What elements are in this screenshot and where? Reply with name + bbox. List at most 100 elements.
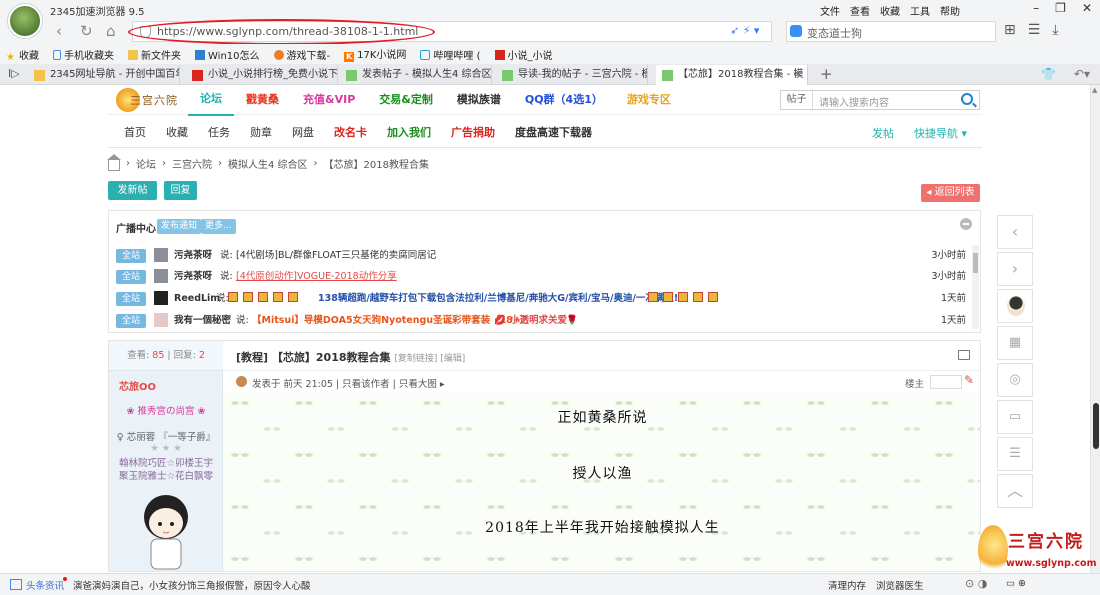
breadcrumb-thread[interactable]: 【芯旅】2018教程合集	[324, 156, 429, 171]
site-logo[interactable]: 三宫六院	[116, 86, 180, 114]
home-icon[interactable]	[107, 153, 121, 171]
scroll-up-icon[interactable]: ▲	[1092, 86, 1097, 94]
back-to-top-icon[interactable]: ︿	[997, 474, 1033, 508]
bookmark-mobile[interactable]: 手机收藏夹	[53, 47, 114, 62]
breadcrumb-sims4[interactable]: 模拟人生4 综合区	[228, 156, 308, 171]
restore-icon[interactable]: ❐	[1055, 1, 1066, 15]
nav-vip[interactable]: 充值&VIP	[291, 85, 367, 115]
menu-favorites[interactable]: 收藏	[880, 3, 900, 18]
tab-2345[interactable]: 2345网址导航 - 开创中国百年	[28, 65, 180, 85]
menu-help[interactable]: 帮助	[940, 3, 960, 18]
pen-icon[interactable]: ✎	[964, 373, 974, 387]
subnav-favorites[interactable]: 收藏	[156, 124, 198, 140]
subnav-medals[interactable]: 勋章	[240, 124, 282, 140]
subnav-join[interactable]: 加入我们	[377, 124, 441, 140]
bookmark-bilibili[interactable]: 哔哩哔哩 (	[420, 47, 481, 62]
subnav-donate[interactable]: 广告捐助	[441, 124, 505, 140]
prev-arrow-icon[interactable]: ‹	[997, 215, 1033, 249]
search-icon[interactable]	[961, 93, 973, 105]
news-ticker[interactable]: 演爸演妈演自己，小女孩分饰三角报假警，原因令人心酸	[73, 578, 311, 592]
avatar[interactable]	[997, 289, 1033, 323]
refresh-icon[interactable]: ↻	[80, 22, 93, 40]
browser-doctor-button[interactable]: 浏览器医生	[876, 578, 924, 592]
menu-view[interactable]: 查看	[850, 3, 870, 18]
nav-huangsang[interactable]: 戳黄桑	[234, 85, 291, 115]
next-arrow-icon[interactable]: ›	[997, 252, 1033, 286]
sidebar-toggle-icon[interactable]: I▷	[8, 67, 20, 80]
bookmark-game[interactable]: 游戏下载-	[273, 47, 330, 62]
nav-trade[interactable]: 交易&定制	[367, 85, 445, 115]
post-link[interactable]: 发帖	[872, 125, 894, 141]
tab-novel[interactable]: 小说_小说排行榜_免费小说下载	[186, 65, 338, 85]
bookmark-17k[interactable]: K 17K小说网	[344, 46, 406, 62]
shirt-icon[interactable]: 👕	[1041, 67, 1056, 81]
news-label[interactable]: 头条资讯	[26, 578, 64, 592]
scroll-thumb[interactable]	[1093, 403, 1099, 449]
nav-genealogy[interactable]: 模拟族谱	[445, 85, 513, 115]
download-icon[interactable]: ⤓	[1052, 22, 1058, 38]
quick-nav[interactable]: 快捷导航 ▾	[914, 125, 967, 141]
list-item[interactable]: 全站 污尧茶呀 说: [4代剧场]BL/群像FLOAT三只基佬的卖腐同居记 3小…	[116, 246, 966, 266]
back-arrow-icon[interactable]: ‹	[56, 22, 62, 40]
rocket-icon[interactable]: ➶ ⚡ ▾	[730, 24, 759, 37]
apps-grid-icon[interactable]: ⊞	[1004, 22, 1016, 38]
bookmark-folder[interactable]: 新文件夹	[128, 47, 181, 62]
17k-icon: K	[344, 52, 355, 62]
post-meta-text[interactable]: 发表于 前天 21:05 | 只看该作者 | 只看大图 ▸	[252, 376, 445, 390]
breadcrumb-sglynp[interactable]: 三宫六院	[172, 156, 212, 171]
bookmark-win10[interactable]: Win10怎么	[195, 47, 260, 62]
copy-link[interactable]: [复制链接] [编辑]	[394, 354, 465, 364]
minimize-icon[interactable]: –	[1033, 1, 1039, 15]
nav-games[interactable]: 游戏专区	[615, 85, 683, 115]
tab-active[interactable]: 【芯旅】2018教程合集 - 模 ×	[656, 65, 808, 85]
home-icon[interactable]: ⌂	[106, 22, 116, 40]
comment-icon[interactable]: ▭	[997, 400, 1033, 434]
star-list-icon[interactable]: ☰	[1028, 22, 1041, 38]
list-item[interactable]: 全站 ReedLim 说: 138辆超跑/越野车打包下载包含法拉利/兰博基尼/奔…	[116, 289, 966, 309]
qrcode-icon[interactable]: ▦	[997, 326, 1033, 360]
undo-icon[interactable]: ↶▾	[1074, 67, 1090, 81]
site-search-input[interactable]: 请输入搜索内容	[819, 94, 889, 109]
new-post-button[interactable]: 发新帖	[108, 181, 157, 200]
title-bar: 2345加速浏览器 9.5 文件 查看 收藏 工具 帮助 – ❐ ✕	[0, 0, 1100, 18]
more-button[interactable]: 更多...	[201, 219, 236, 234]
search-type-select[interactable]: 帖子	[781, 91, 813, 109]
bookmark-favorites[interactable]: ★ 收藏	[6, 47, 39, 63]
url-input[interactable]: https://www.sglynp.com/thread-38108-1-1.…	[132, 21, 772, 42]
browser-search-input[interactable]: 变态道士狗	[786, 21, 996, 42]
tab-post[interactable]: 发表帖子 - 模拟人生4 综合区	[340, 65, 492, 85]
subnav-tasks[interactable]: 任务	[198, 124, 240, 140]
clean-memory-button[interactable]: 清理内存	[828, 578, 866, 592]
settings-icons[interactable]: ⊙ ◑	[965, 577, 987, 590]
reply-button[interactable]: 回复	[164, 181, 197, 200]
nav-qq[interactable]: QQ群（4选1）	[513, 85, 615, 115]
broadcast-scrollbar[interactable]	[972, 245, 979, 329]
publish-notice-button[interactable]: 发布通知	[157, 219, 202, 234]
collapse-icon[interactable]	[960, 218, 972, 230]
author-name[interactable]: 芯旅OO	[119, 378, 156, 393]
subnav-netdisk[interactable]: 网盘	[282, 124, 324, 140]
list-item[interactable]: 全站 污尧茶呀 说: [4代原创动作]VOGUE-2018动作分享 3小时前	[116, 267, 966, 287]
menu-tools[interactable]: 工具	[910, 3, 930, 18]
list-item[interactable]: 全站 我有一個秘密 说: 【Mitsui】导模DOA5女天狗Nyotengu圣诞…	[116, 311, 966, 331]
menu-file[interactable]: 文件	[820, 3, 840, 18]
zoom-icon[interactable]: ▭ ⊕	[1006, 578, 1026, 589]
close-icon[interactable]: ✕	[1082, 1, 1092, 15]
close-tab-icon[interactable]: ×	[794, 65, 802, 84]
bookmark-novel[interactable]: 小说_小说	[494, 47, 553, 62]
new-tab-icon[interactable]: +	[820, 65, 833, 83]
back-to-list-button[interactable]: ◂ 返回列表	[921, 184, 980, 202]
breadcrumb-forum[interactable]: 论坛	[136, 156, 156, 171]
list-icon[interactable]: ☰	[997, 437, 1033, 471]
user-avatar-icon[interactable]	[8, 4, 42, 38]
subnav-home[interactable]: 首页	[114, 124, 156, 140]
subnav-downloader[interactable]: 度盘高速下载器	[505, 124, 602, 140]
nav-forum[interactable]: 论坛	[188, 84, 234, 116]
subnav-rename[interactable]: 改名卡	[324, 124, 377, 140]
page-scrollbar[interactable]: ▲	[1090, 85, 1100, 573]
sign-in-icon[interactable]: ◎	[997, 363, 1033, 397]
floor-input[interactable]	[930, 375, 962, 389]
tab-guide[interactable]: 导读-我的帖子 - 三宫六院 - 模	[496, 65, 648, 85]
print-icon[interactable]	[958, 350, 970, 360]
breadcrumb-sep: ›	[126, 158, 130, 169]
